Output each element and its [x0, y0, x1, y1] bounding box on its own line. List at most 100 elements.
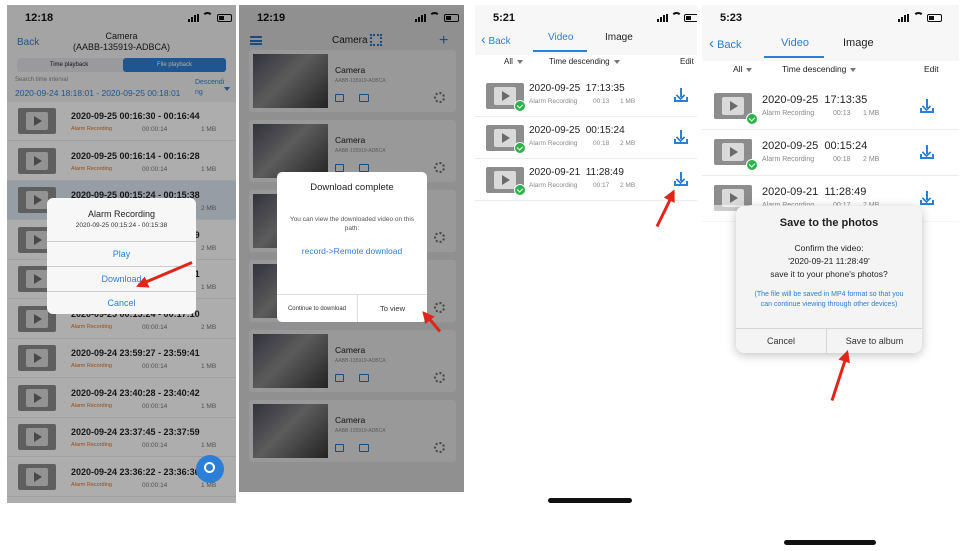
filter-sort[interactable]: Time descending: [782, 64, 857, 74]
downloaded-check-icon: [746, 113, 758, 125]
video-type: Alarm Recording: [529, 140, 578, 147]
filter-sort-label: Time descending: [549, 57, 610, 66]
tab-video[interactable]: Video: [781, 37, 809, 49]
video-row[interactable]: 2020-09-25 00:15:24 Alarm Recording 00:18 2…: [702, 130, 959, 176]
video-duration: 00:13: [833, 110, 851, 117]
caret-down-icon: [746, 67, 753, 72]
filter-all[interactable]: All: [733, 64, 753, 74]
back-button[interactable]: ‹ Back: [481, 31, 511, 47]
continue-download-button[interactable]: Continue to download: [277, 294, 357, 322]
confirm-line-2: '2020-09-21 11:28:49': [788, 256, 870, 266]
format-note: (The file will be saved in MP4 format so…: [754, 291, 904, 308]
video-datetime: 2020-09-25 17:13:35: [529, 83, 625, 94]
video-datetime: 2020-09-25 00:15:24: [762, 140, 868, 152]
home-indicator: [784, 540, 876, 545]
downloaded-check-icon: [514, 100, 526, 112]
tab-image[interactable]: Image: [843, 37, 874, 49]
download-icon[interactable]: [920, 191, 934, 205]
download-icon[interactable]: [674, 88, 688, 102]
video-row[interactable]: 2020-09-25 17:13:35 Alarm Recording 00:13 1…: [702, 84, 959, 130]
download-icon[interactable]: [674, 130, 688, 144]
screen-save-to-photos: 5:23 ‹ Back Video Image All Time descend…: [702, 5, 959, 550]
filter-sort[interactable]: Time descending: [549, 57, 620, 66]
sheet-title: Alarm Recording: [87, 209, 156, 219]
search-icon: [204, 462, 215, 473]
tab-video-underline: [533, 50, 587, 52]
battery-icon: [684, 14, 697, 22]
confirm-line-1: Confirm the video:: [794, 243, 864, 253]
status-bar: 5:23: [702, 5, 959, 31]
video-size: 2 MB: [620, 182, 636, 189]
to-view-button[interactable]: To view: [357, 294, 427, 322]
search-fab[interactable]: [196, 455, 224, 483]
wifi-icon: [913, 12, 924, 21]
cancel-button[interactable]: Cancel: [47, 291, 196, 314]
play-button[interactable]: Play: [47, 241, 196, 266]
caret-down-icon: [850, 67, 857, 72]
video-type: Alarm Recording: [762, 110, 815, 117]
dialog-title: Download complete: [310, 182, 394, 193]
action-sheet: Alarm Recording 2020-09-25 00:15:24 - 00…: [47, 198, 196, 314]
video-duration: 00:18: [833, 156, 851, 163]
back-button[interactable]: ‹ Back: [709, 35, 742, 52]
video-duration: 00:17: [593, 182, 610, 189]
screen-device-list: 12:19 Camera + Camera AABB-135919-ADBCA Ca…: [239, 5, 464, 492]
filter-sort-label: Time descending: [782, 64, 847, 74]
video-datetime: 2020-09-21 11:28:49: [529, 167, 624, 178]
tab-video[interactable]: Video: [548, 32, 573, 43]
wifi-icon: [671, 12, 682, 21]
video-size: 1 MB: [620, 98, 636, 105]
download-icon[interactable]: [920, 145, 934, 159]
downloaded-check-icon: [746, 159, 758, 171]
caret-down-icon: [516, 59, 523, 64]
video-type: Alarm Recording: [529, 98, 578, 105]
video-row[interactable]: 2020-09-21 11:28:49 Alarm Recording 00:17 2…: [475, 159, 697, 201]
battery-icon: [927, 14, 942, 22]
status-bar: 5:21: [475, 5, 697, 31]
video-type: Alarm Recording: [529, 182, 578, 189]
dialog-title: Save to the photos: [779, 217, 879, 229]
back-label: Back: [488, 36, 511, 47]
screen-file-playback: 12:18 Back Camera (AABB-135919-ADBCA) Ti…: [7, 5, 236, 503]
download-path: record->Remote download: [301, 246, 403, 256]
tab-image[interactable]: Image: [605, 32, 633, 43]
screen-video-list: 5:21 ‹ Back Video Image All Time descend…: [475, 5, 697, 505]
video-datetime: 2020-09-25 17:13:35: [762, 94, 868, 106]
download-icon[interactable]: [920, 99, 934, 113]
filter-all-label: All: [733, 64, 743, 74]
video-row[interactable]: 2020-09-25 00:15:24 Alarm Recording 00:18 2…: [475, 117, 697, 159]
home-indicator: [548, 498, 632, 503]
filter-all[interactable]: All: [504, 57, 523, 66]
video-size: 2 MB: [620, 140, 636, 147]
confirm-line-3: save it to your phone's photos?: [770, 269, 888, 279]
downloaded-check-icon: [514, 184, 526, 196]
video-datetime: 2020-09-21 11:28:49: [762, 186, 867, 198]
video-size: 1 MB: [863, 110, 880, 117]
edit-button[interactable]: Edit: [924, 64, 939, 74]
signal-icon: [898, 14, 909, 22]
video-duration: 00:18: [593, 140, 610, 147]
save-to-album-button[interactable]: Save to album: [826, 328, 922, 353]
chevron-left-icon: ‹: [709, 35, 714, 52]
caret-down-icon: [613, 59, 620, 64]
video-size: 2 MB: [863, 156, 880, 163]
back-label: Back: [717, 39, 742, 51]
dialog-message: You can view the downloaded video on thi…: [289, 216, 415, 232]
download-icon[interactable]: [674, 172, 688, 186]
video-datetime: 2020-09-25 00:15:24: [529, 125, 625, 136]
status-time: 5:23: [720, 12, 743, 24]
save-dialog: Save to the photos Confirm the video: '2…: [736, 206, 922, 353]
edit-button[interactable]: Edit: [680, 57, 694, 66]
video-duration: 00:13: [593, 98, 610, 105]
chevron-left-icon: ‹: [481, 31, 486, 47]
video-type: Alarm Recording: [762, 156, 815, 163]
sheet-range: 2020-09-25 00:15:24 - 00:15:38: [75, 222, 168, 229]
tab-video-underline: [764, 56, 824, 58]
signal-icon: [657, 14, 668, 22]
video-row[interactable]: 2020-09-25 17:13:35 Alarm Recording 00:13 1…: [475, 75, 697, 117]
cancel-button[interactable]: Cancel: [736, 328, 826, 353]
status-time: 5:21: [493, 12, 516, 24]
downloaded-check-icon: [514, 142, 526, 154]
filter-all-label: All: [504, 57, 513, 66]
download-complete-dialog: Download complete You can view the downl…: [277, 172, 427, 322]
